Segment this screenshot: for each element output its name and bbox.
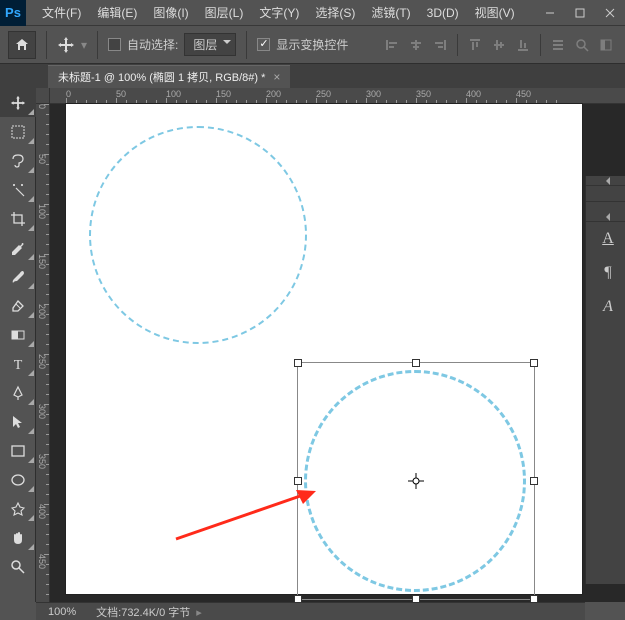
workspace-icon[interactable] [595,34,617,56]
move-tool[interactable] [0,88,36,117]
transform-handle-tr[interactable] [530,359,538,367]
workspace: T 050100150200250300350400450 0501001502… [0,88,625,602]
align-left-icon[interactable] [381,34,403,56]
tool-indicator: ▾ [46,31,87,59]
align-bottom-icon[interactable] [512,34,534,56]
hand-tool[interactable] [0,523,36,552]
document-tab-title: 未标题-1 @ 100% (椭圆 1 拷贝, RGB/8#) * [58,69,265,85]
gradient-tool[interactable] [0,320,36,349]
transform-bounding-box[interactable] [297,362,535,600]
tools-panel: T [0,88,36,602]
canvas-area: 050100150200250300350400450 050100150200… [36,88,625,602]
svg-text:T: T [14,358,23,372]
ellipse-shape-1[interactable] [89,126,307,344]
glyphs-panel-icon[interactable]: A [586,290,625,324]
menu-edit[interactable]: 编辑(E) [89,0,145,26]
canvas[interactable] [66,104,582,594]
show-transform-checkbox[interactable] [257,38,270,51]
zoom-level[interactable]: 100% [48,606,76,618]
doc-info-menu-icon[interactable]: ▸ [196,607,202,619]
menu-3d[interactable]: 3D(D) [419,0,467,26]
close-button[interactable] [595,0,625,26]
maximize-button[interactable] [565,0,595,26]
character-panel-icon[interactable]: A [586,222,625,256]
magic-wand-tool[interactable] [0,175,36,204]
pen-tool[interactable] [0,378,36,407]
auto-select-dropdown[interactable]: 图层 [184,33,236,56]
transform-handle-tc[interactable] [412,359,420,367]
custom-shape-tool[interactable] [0,494,36,523]
status-bar: 100% 文档:732.4K/0 字节 ▸ [36,602,585,620]
eraser-tool[interactable] [0,291,36,320]
panel-collapse-button[interactable] [586,176,625,186]
rectangle-tool[interactable] [0,436,36,465]
options-bar: ▾ 自动选择: 图层 显示变换控件 [0,26,625,64]
show-transform-label: 显示变换控件 [276,36,348,53]
type-tool[interactable]: T [0,349,36,378]
right-panel-dock: A ¶ A [585,176,625,584]
doc-info[interactable]: 文档:732.4K/0 字节 [96,607,190,619]
eyedropper-tool[interactable] [0,233,36,262]
align-center-v-icon[interactable] [488,34,510,56]
minimize-button[interactable] [535,0,565,26]
path-select-tool[interactable] [0,407,36,436]
lasso-tool[interactable] [0,146,36,175]
align-top-icon[interactable] [464,34,486,56]
window-controls [535,0,625,26]
move-tool-icon [57,36,75,54]
ruler-origin[interactable] [36,88,50,104]
crop-tool[interactable] [0,204,36,233]
panel-collapse-button-2[interactable] [586,212,625,222]
transform-handle-tl[interactable] [294,359,302,367]
transform-handle-ml[interactable] [294,477,302,485]
auto-select-label: 自动选择: [127,36,178,53]
ruler-vertical[interactable]: 050100150200250300350400450 [36,104,50,602]
menu-view[interactable]: 视图(V) [467,0,523,26]
transform-handle-mr[interactable] [530,477,538,485]
title-bar: Ps 文件(F) 编辑(E) 图像(I) 图层(L) 文字(Y) 选择(S) 滤… [0,0,625,26]
close-tab-icon[interactable]: × [273,70,280,84]
brush-tool[interactable] [0,262,36,291]
menu-file[interactable]: 文件(F) [34,0,89,26]
align-buttons [381,34,617,56]
ruler-horizontal[interactable]: 050100150200250300350400450 [50,88,625,104]
ellipse-tool[interactable] [0,465,36,494]
auto-select-checkbox[interactable] [108,38,121,51]
marquee-tool[interactable] [0,117,36,146]
search-icon[interactable] [571,34,593,56]
menu-type[interactable]: 文字(Y) [251,0,307,26]
menu-filter[interactable]: 滤镜(T) [363,0,418,26]
distribute-icon[interactable] [547,34,569,56]
document-tab[interactable]: 未标题-1 @ 100% (椭圆 1 拷贝, RGB/8#) * × [48,65,290,88]
app-logo: Ps [0,0,26,26]
transform-center-icon[interactable] [408,473,424,489]
menu-image[interactable]: 图像(I) [145,0,196,26]
zoom-tool[interactable] [0,552,36,581]
document-tab-bar: 未标题-1 @ 100% (椭圆 1 拷贝, RGB/8#) * × [0,64,625,88]
menu-layer[interactable]: 图层(L) [197,0,252,26]
align-right-icon[interactable] [429,34,451,56]
menu-select[interactable]: 选择(S) [307,0,363,26]
paragraph-panel-icon[interactable]: ¶ [586,256,625,290]
menu-bar: 文件(F) 编辑(E) 图像(I) 图层(L) 文字(Y) 选择(S) 滤镜(T… [34,0,523,26]
align-center-h-icon[interactable] [405,34,427,56]
home-button[interactable] [8,31,36,59]
